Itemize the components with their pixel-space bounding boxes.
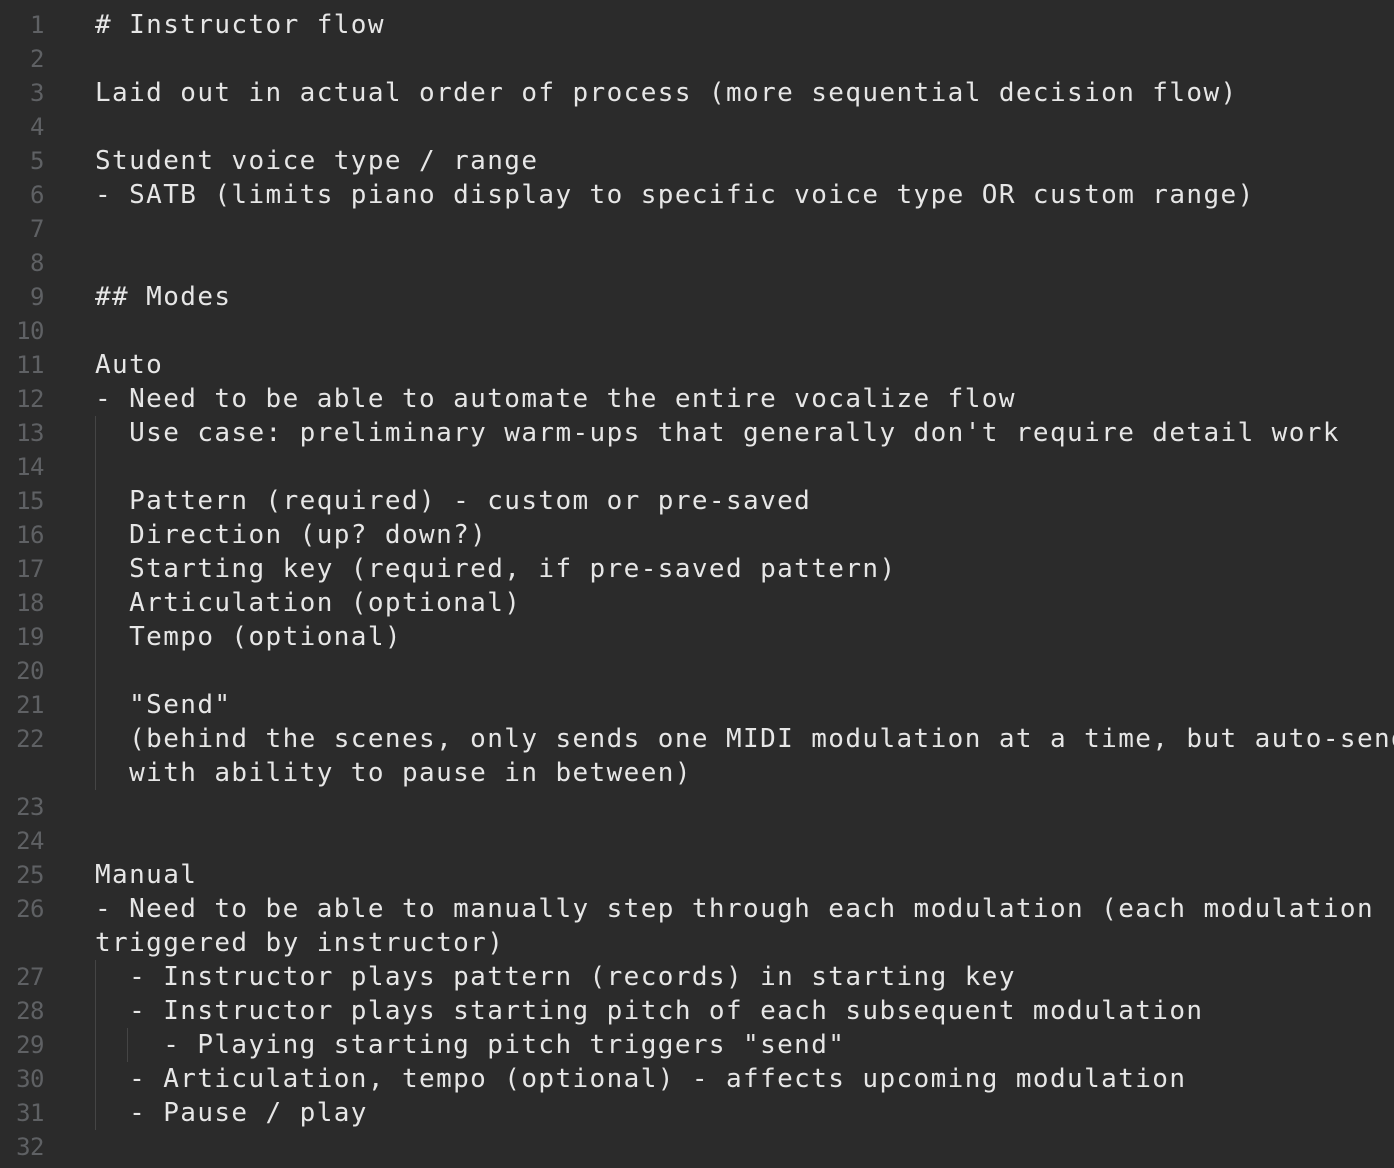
line-number: 2 [30, 45, 44, 73]
editor-line[interactable]: 18 Articulation (optional) [0, 586, 1394, 620]
line-text[interactable]: triggered by instructor) [95, 926, 504, 960]
line-number: 8 [30, 249, 44, 277]
line-number: 27 [16, 963, 44, 991]
line-number: 24 [16, 827, 44, 855]
line-number: 22 [16, 725, 44, 753]
editor-line[interactable]: 21 "Send" [0, 688, 1394, 722]
line-text[interactable]: "Send" [95, 688, 231, 722]
editor-line[interactable]: 3 Laid out in actual order of process (mo… [0, 76, 1394, 110]
editor-line[interactable]: 31 - Pause / play [0, 1096, 1394, 1130]
editor-line[interactable]: 28 - Instructor plays starting pitch of … [0, 994, 1394, 1028]
line-text[interactable]: Starting key (required, if pre-saved pat… [95, 552, 897, 586]
line-number: 26 [16, 895, 44, 923]
editor-line[interactable]: 27 - Instructor plays pattern (records) … [0, 960, 1394, 994]
line-text[interactable]: Tempo (optional) [95, 620, 402, 654]
line-number: 12 [16, 385, 44, 413]
editor-line[interactable]: with ability to pause in between) [0, 756, 1394, 790]
line-text[interactable]: with ability to pause in between) [95, 756, 692, 790]
line-number: 4 [30, 113, 44, 141]
editor-line[interactable]: 13 Use case: preliminary warm-ups that g… [0, 416, 1394, 450]
editor-line[interactable]: 14 [0, 450, 1394, 484]
editor-line[interactable]: 22 (behind the scenes, only sends one MI… [0, 722, 1394, 756]
editor-line[interactable]: 5 Student voice type / range [0, 144, 1394, 178]
line-text[interactable]: - Need to be able to automate the entire… [95, 382, 1016, 416]
line-text[interactable]: Manual [95, 858, 197, 892]
line-number: 7 [30, 215, 44, 243]
line-number: 5 [30, 147, 44, 175]
editor-line[interactable]: 16 Direction (up? down?) [0, 518, 1394, 552]
text-editor[interactable]: 1 # Instructor flow 2 3 Laid out in actual o… [0, 0, 1394, 1168]
line-text[interactable]: Laid out in actual order of process (mor… [95, 76, 1238, 110]
editor-line[interactable]: 4 [0, 110, 1394, 144]
line-text[interactable]: - Pause / play [95, 1096, 368, 1130]
line-number: 23 [16, 793, 44, 821]
editor-line[interactable]: 10 [0, 314, 1394, 348]
line-text[interactable]: ## Modes [95, 280, 231, 314]
editor-line[interactable]: 12 - Need to be able to automate the enti… [0, 382, 1394, 416]
line-number: 3 [30, 79, 44, 107]
editor-line[interactable]: 17 Starting key (required, if pre-saved … [0, 552, 1394, 586]
line-number: 30 [16, 1065, 44, 1093]
line-number: 6 [30, 181, 44, 209]
line-number: 31 [16, 1099, 44, 1127]
line-text[interactable]: - Instructor plays pattern (records) in … [95, 960, 1016, 994]
line-number: 19 [16, 623, 44, 651]
line-text[interactable]: Articulation (optional) [95, 586, 521, 620]
line-text[interactable]: Use case: preliminary warm-ups that gene… [95, 416, 1340, 450]
line-text[interactable]: - Playing starting pitch triggers "send" [95, 1028, 845, 1062]
editor-line[interactable]: 9 ## Modes [0, 280, 1394, 314]
line-text[interactable]: (behind the scenes, only sends one MIDI … [95, 722, 1394, 756]
line-number: 10 [16, 317, 44, 345]
line-number: 20 [16, 657, 44, 685]
line-number: 32 [16, 1133, 44, 1161]
editor-line[interactable]: 24 [0, 824, 1394, 858]
line-number: 1 [30, 11, 44, 39]
editor-line[interactable]: 26 - Need to be able to manually step thr… [0, 892, 1394, 926]
line-number: 14 [16, 453, 44, 481]
line-number: 17 [16, 555, 44, 583]
editor-line[interactable]: 2 [0, 42, 1394, 76]
editor-line[interactable]: 23 [0, 790, 1394, 824]
editor-line[interactable]: 6 - SATB (limits piano display to specifi… [0, 178, 1394, 212]
editor-line[interactable]: 15 Pattern (required) - custom or pre-sa… [0, 484, 1394, 518]
editor-line[interactable]: 29 - Playing starting pitch triggers "se… [0, 1028, 1394, 1062]
line-text[interactable]: Pattern (required) - custom or pre-saved [95, 484, 811, 518]
line-number: 28 [16, 997, 44, 1025]
editor-line[interactable]: 8 [0, 246, 1394, 280]
line-number: 15 [16, 487, 44, 515]
line-number: 9 [30, 283, 44, 311]
editor-line[interactable]: 7 [0, 212, 1394, 246]
line-number: 11 [16, 351, 44, 379]
line-text[interactable]: Auto [95, 348, 163, 382]
line-text[interactable]: - Instructor plays starting pitch of eac… [95, 994, 1203, 1028]
editor-line[interactable]: 19 Tempo (optional) [0, 620, 1394, 654]
editor-line[interactable]: 32 [0, 1130, 1394, 1164]
line-text[interactable]: # Instructor flow [95, 8, 385, 42]
editor-line[interactable]: 11 Auto [0, 348, 1394, 382]
line-text[interactable]: Student voice type / range [95, 144, 538, 178]
line-number: 16 [16, 521, 44, 549]
editor-line[interactable]: 1 # Instructor flow [0, 8, 1394, 42]
line-text[interactable]: - Articulation, tempo (optional) - affec… [95, 1062, 1186, 1096]
line-number: 18 [16, 589, 44, 617]
line-number: 29 [16, 1031, 44, 1059]
editor-line[interactable]: 30 - Articulation, tempo (optional) - af… [0, 1062, 1394, 1096]
line-number: 25 [16, 861, 44, 889]
line-text[interactable]: - SATB (limits piano display to specific… [95, 178, 1255, 212]
line-text[interactable]: Direction (up? down?) [95, 518, 487, 552]
line-number: 13 [16, 419, 44, 447]
line-number: 21 [16, 691, 44, 719]
editor-line[interactable]: triggered by instructor) [0, 926, 1394, 960]
editor-line[interactable]: 20 [0, 654, 1394, 688]
line-text[interactable]: - Need to be able to manually step throu… [95, 892, 1374, 926]
editor-line[interactable]: 25 Manual [0, 858, 1394, 892]
